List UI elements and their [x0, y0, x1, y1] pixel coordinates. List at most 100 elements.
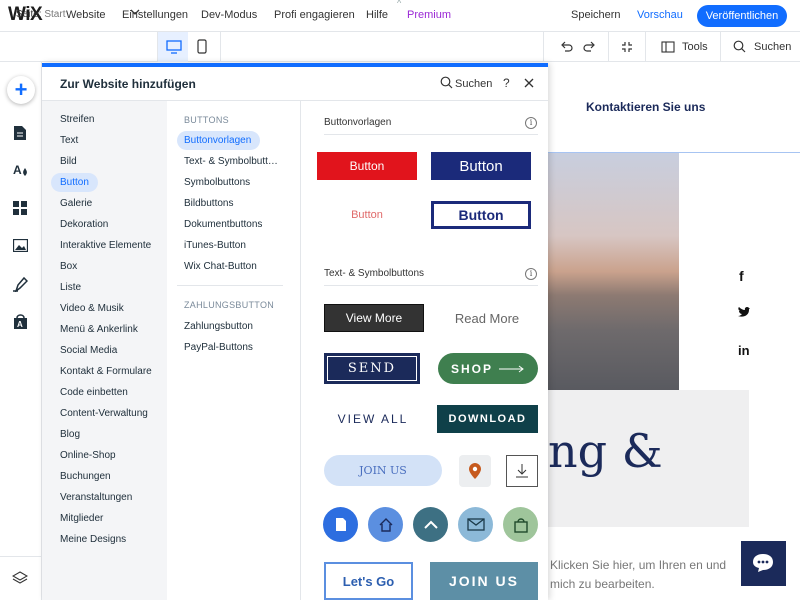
template-button-outline[interactable]: Button	[431, 201, 531, 229]
category-item[interactable]: Liste	[60, 282, 81, 293]
hero-paragraph[interactable]: Klicken Sie hier, um Ihren en und mich z…	[550, 556, 750, 594]
svg-text:A: A	[13, 163, 22, 177]
pages-icon[interactable]	[13, 125, 27, 141]
category-item[interactable]: Buchungen	[60, 471, 111, 482]
info-icon[interactable]: i	[525, 117, 537, 129]
subcategory-item[interactable]: Wix Chat-Button	[184, 261, 257, 272]
subcategory-item[interactable]: PayPal-Buttons	[184, 342, 253, 353]
blog-icon[interactable]	[13, 276, 28, 292]
nav-website[interactable]: Website	[66, 9, 106, 21]
category-item[interactable]: Meine Designs	[60, 534, 126, 545]
info-icon[interactable]: i	[525, 268, 537, 280]
caret-up-icon: ^	[397, 0, 402, 8]
category-item[interactable]: Button	[60, 177, 89, 188]
category-item[interactable]: Mitglieder	[60, 513, 103, 524]
category-item[interactable]: Blog	[60, 429, 80, 440]
subcategory-item[interactable]: Bildbuttons	[184, 198, 233, 209]
subcategory-item[interactable]: Symbolbuttons	[184, 177, 250, 188]
redo-icon[interactable]	[583, 41, 596, 53]
category-item[interactable]: Box	[60, 261, 77, 272]
view-all-button[interactable]: VIEW ALL	[324, 405, 422, 433]
scroll-top-button[interactable]	[413, 507, 448, 542]
category-item[interactable]: Bild	[60, 156, 77, 167]
category-item[interactable]: Galerie	[60, 198, 92, 209]
shopping-bag-button[interactable]	[503, 507, 538, 542]
shopping-bag-icon	[513, 517, 528, 533]
tools-icon[interactable]	[661, 41, 675, 53]
subcategory-item[interactable]: Buttonvorlagen	[184, 135, 251, 146]
category-item[interactable]: Interaktive Elemente	[60, 240, 151, 251]
contact-menu-item[interactable]: Kontaktieren Sie uns	[586, 100, 705, 114]
app-market-icon[interactable]: A	[13, 314, 28, 330]
category-item[interactable]: Online-Shop	[60, 450, 116, 461]
subcategory-item[interactable]: iTunes-Button	[184, 240, 246, 251]
linkedin-icon[interactable]: in	[738, 343, 750, 358]
button-label: Read More	[454, 310, 520, 326]
template-button-red[interactable]: Button	[317, 152, 417, 180]
svg-text:A: A	[17, 320, 23, 329]
category-item[interactable]: Veranstaltungen	[60, 492, 132, 503]
location-button[interactable]	[459, 455, 491, 487]
button-label: SEND	[347, 361, 397, 376]
search-button[interactable]: Suchen	[754, 41, 791, 53]
category-item[interactable]: Streifen	[60, 114, 94, 125]
left-toolbar	[0, 62, 42, 600]
category-item[interactable]: Kontakt & Formulare	[60, 366, 152, 377]
home-button[interactable]	[368, 507, 403, 542]
save-button[interactable]: Speichern	[571, 9, 621, 21]
button-label: Button	[458, 207, 504, 223]
help-icon[interactable]: ?	[503, 76, 510, 90]
document-button[interactable]	[323, 507, 358, 542]
download-icon-button[interactable]	[506, 455, 538, 487]
twitter-icon[interactable]	[737, 306, 751, 318]
facebook-icon[interactable]: f	[739, 268, 744, 284]
download-button[interactable]: DOWNLOAD	[437, 405, 538, 433]
category-item[interactable]: Content-Verwaltung	[60, 408, 148, 419]
media-icon[interactable]	[13, 239, 28, 252]
join-us-image-button[interactable]: JOIN US	[430, 562, 538, 600]
join-us-button[interactable]: JOIN US	[324, 455, 442, 486]
nav-dev-mode[interactable]: Dev-Modus	[201, 9, 257, 21]
category-item[interactable]: Text	[60, 135, 78, 146]
preview-button[interactable]: Vorschau	[637, 9, 683, 21]
category-item[interactable]: Menü & Ankerlink	[60, 324, 138, 335]
panel-search-button[interactable]: Suchen	[455, 78, 492, 90]
nav-hire-pro[interactable]: Profi engagieren	[274, 9, 355, 21]
close-icon[interactable]	[524, 78, 534, 88]
hero-city-image[interactable]	[548, 153, 679, 390]
layers-icon[interactable]	[12, 571, 28, 585]
view-more-button[interactable]: View More	[324, 304, 424, 332]
publish-button[interactable]: Veröffentlichen	[697, 5, 787, 27]
divider	[324, 285, 538, 286]
template-button-text[interactable]: Button	[317, 201, 417, 229]
zoom-fit-icon[interactable]	[621, 41, 633, 53]
hero-title[interactable]: ng &	[548, 424, 663, 478]
read-more-button[interactable]: Read More	[437, 304, 537, 332]
subcategory-item[interactable]: Zahlungsbutton	[184, 321, 253, 332]
category-item[interactable]: Code einbetten	[60, 387, 128, 398]
category-item[interactable]: Social Media	[60, 345, 117, 356]
subcategory-item[interactable]: Dokumentbuttons	[184, 219, 262, 230]
location-pin-icon	[469, 463, 481, 479]
nav-premium[interactable]: Premium	[407, 9, 451, 21]
mobile-icon[interactable]	[197, 39, 207, 54]
category-item[interactable]: Dekoration	[60, 219, 108, 230]
design-icon[interactable]: A	[13, 162, 29, 178]
search-icon[interactable]	[733, 40, 746, 53]
page-selector[interactable]: Seite: Start	[16, 9, 65, 20]
lets-go-button[interactable]: Let's Go	[324, 562, 413, 600]
category-item[interactable]: Video & Musik	[60, 303, 124, 314]
nav-help[interactable]: Hilfe	[366, 9, 388, 21]
tools-button[interactable]: Tools	[682, 41, 708, 53]
search-icon[interactable]	[440, 76, 453, 89]
chevron-down-icon[interactable]	[130, 7, 140, 17]
subcategory-item[interactable]: Text- & Symbolbutt…	[184, 156, 278, 167]
send-button[interactable]: SEND	[324, 353, 420, 384]
mail-button[interactable]	[458, 507, 493, 542]
template-button-navy[interactable]: Button	[431, 152, 531, 180]
add-elements-button[interactable]: +	[7, 76, 35, 104]
shop-button[interactable]: SHOP	[438, 353, 538, 384]
apps-icon[interactable]	[13, 201, 27, 215]
undo-icon[interactable]	[560, 41, 573, 53]
button-label: DOWNLOAD	[448, 413, 527, 425]
